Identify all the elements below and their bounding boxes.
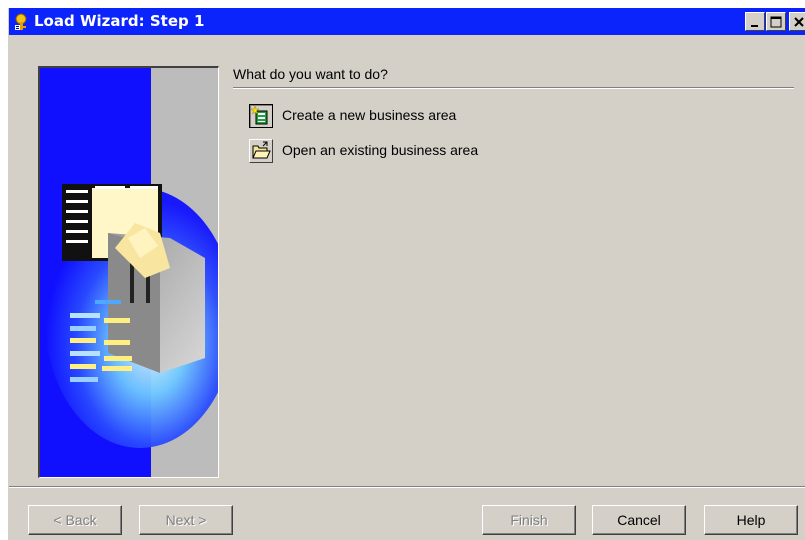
button-separator bbox=[9, 486, 805, 488]
question-label: What do you want to do? bbox=[233, 66, 388, 82]
wizard-icon bbox=[13, 13, 31, 31]
close-icon bbox=[794, 17, 804, 27]
divider bbox=[233, 87, 794, 89]
back-button[interactable]: < Back bbox=[28, 505, 122, 535]
help-button[interactable]: Help bbox=[704, 505, 798, 535]
title-bar[interactable]: Load Wizard: Step 1 bbox=[9, 8, 805, 35]
minimize-icon bbox=[751, 25, 758, 27]
next-button[interactable]: Next > bbox=[139, 505, 233, 535]
maximize-button[interactable] bbox=[766, 12, 786, 31]
maximize-icon bbox=[770, 16, 782, 28]
new-business-area-icon[interactable] bbox=[249, 104, 273, 128]
finish-button[interactable]: Finish bbox=[482, 505, 576, 535]
minimize-button[interactable] bbox=[745, 12, 765, 31]
cancel-button[interactable]: Cancel bbox=[592, 505, 686, 535]
wizard-illustration bbox=[38, 66, 219, 478]
option-label[interactable]: Create a new business area bbox=[282, 107, 456, 123]
window-title: Load Wizard: Step 1 bbox=[34, 12, 205, 30]
option-label[interactable]: Open an existing business area bbox=[282, 142, 478, 158]
close-button[interactable] bbox=[789, 12, 805, 31]
open-folder-icon[interactable] bbox=[249, 139, 273, 163]
load-wizard-window: Load Wizard: Step 1 What do you want to … bbox=[8, 8, 805, 540]
